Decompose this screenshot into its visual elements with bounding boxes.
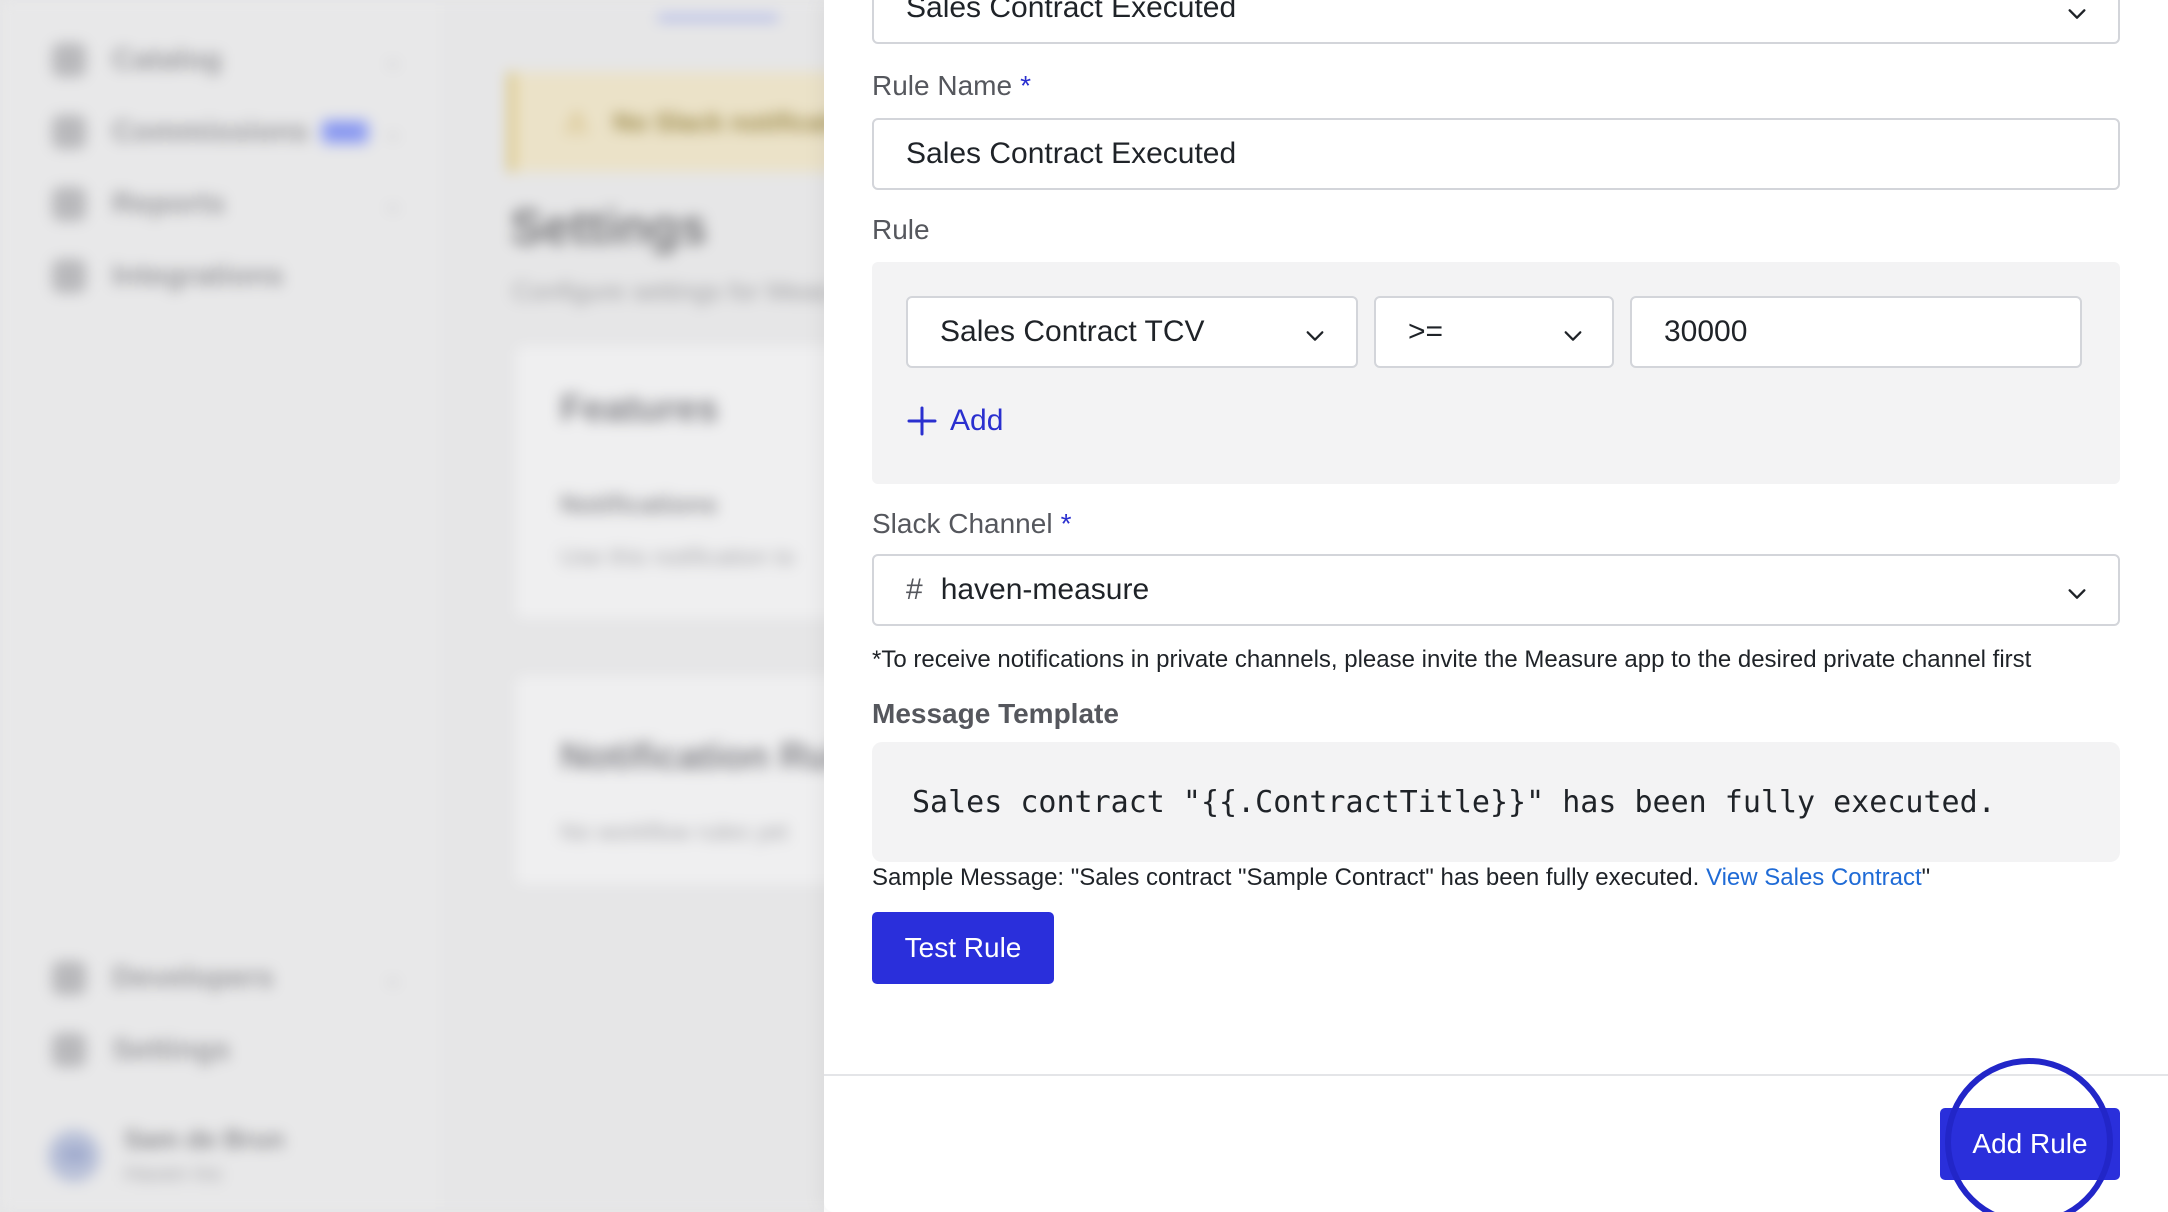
rule-name-label: Rule Name *: [872, 70, 1031, 101]
chevron-down-icon: [2066, 0, 2088, 21]
chevron-down-icon: [1562, 321, 1584, 343]
sidebar-item-settings: Settings: [52, 1030, 412, 1070]
sidebar-item-catalog: Catalog ⌄: [52, 40, 412, 80]
user-org: Haven Inc: [124, 1161, 224, 1186]
main-content: ⚠ No Slack notifications Settings Config…: [440, 0, 824, 1212]
required-marker: *: [1020, 70, 1031, 101]
catalog-icon: [52, 43, 86, 77]
sidebar-item-commissions: Commissions New ⌄: [52, 112, 412, 152]
sidebar-item-reports: Reports ⌄: [52, 184, 412, 224]
gear-icon: [52, 1033, 86, 1067]
user-profile: SB Sam de Brun Haven Inc: [48, 1124, 284, 1187]
rule-conditions-box: Sales Contract TCV >= 30000 Add: [872, 262, 2120, 484]
features-card: Features Notifications Use this notifica…: [512, 342, 824, 622]
footer-divider: [824, 1074, 2168, 1076]
avatar: SB: [48, 1129, 100, 1182]
chevron-down-icon: ⌄: [383, 119, 402, 144]
commissions-icon: [52, 115, 86, 149]
plus-icon: [906, 405, 938, 437]
add-rule-button[interactable]: Add Rule: [1940, 1108, 2120, 1180]
view-sales-contract-link[interactable]: View Sales Contract: [1706, 864, 1922, 891]
slack-channel-select[interactable]: # haven-measure: [872, 554, 2120, 626]
notification-rules-card: Notification Rules No workflow rules yet: [512, 672, 824, 888]
page-title: Settings: [510, 199, 708, 255]
chevron-down-icon: [1304, 321, 1326, 343]
sidebar: Catalog ⌄ Commissions New ⌄ Reports ⌄ In…: [0, 0, 440, 1212]
test-rule-button[interactable]: Test Rule: [872, 912, 1054, 984]
private-channel-hint: *To receive notifications in private cha…: [872, 646, 2032, 673]
reports-icon: [52, 187, 86, 221]
rule-value-input[interactable]: 30000: [1630, 296, 2082, 368]
sidebar-item-integrations: Integrations: [52, 256, 412, 296]
warning-banner: ⚠ No Slack notifications: [508, 72, 824, 172]
code-icon: [52, 961, 86, 995]
chevron-down-icon: ⌄: [383, 191, 402, 216]
background-app: Catalog ⌄ Commissions New ⌄ Reports ⌄ In…: [0, 0, 824, 1212]
warning-icon: ⚠: [564, 106, 590, 138]
sample-message: Sample Message: "Sales contract "Sample …: [872, 864, 1931, 891]
add-rule-drawer: Sales Contract Executed Rule Name * Sales…: [824, 0, 2168, 1212]
active-tab-indicator: [658, 16, 778, 20]
event-select[interactable]: Sales Contract Executed: [872, 0, 2120, 44]
rule-field-select[interactable]: Sales Contract TCV: [906, 296, 1358, 368]
slack-channel-label: Slack Channel *: [872, 508, 1072, 539]
chevron-down-icon: ⌄: [383, 47, 402, 72]
message-template-label: Message Template: [872, 698, 1119, 729]
user-name: Sam de Brun: [124, 1124, 285, 1154]
rule-label: Rule: [872, 214, 930, 245]
chevron-down-icon: ⌄: [383, 965, 402, 990]
rule-name-input[interactable]: Sales Contract Executed: [872, 118, 2120, 190]
message-template-input[interactable]: Sales contract "{{.ContractTitle}}" has …: [872, 742, 2120, 862]
required-marker: *: [1060, 508, 1072, 539]
page-subtitle: Configure settings for Measure: [512, 276, 824, 306]
hash-icon: #: [906, 573, 923, 606]
new-badge: New: [320, 120, 369, 144]
add-condition-button[interactable]: Add: [906, 404, 1003, 438]
chevron-down-icon: [2066, 579, 2088, 601]
sidebar-item-developers: Developers ⌄: [52, 958, 412, 998]
integrations-icon: [52, 259, 86, 293]
rule-operator-select[interactable]: >=: [1374, 296, 1614, 368]
